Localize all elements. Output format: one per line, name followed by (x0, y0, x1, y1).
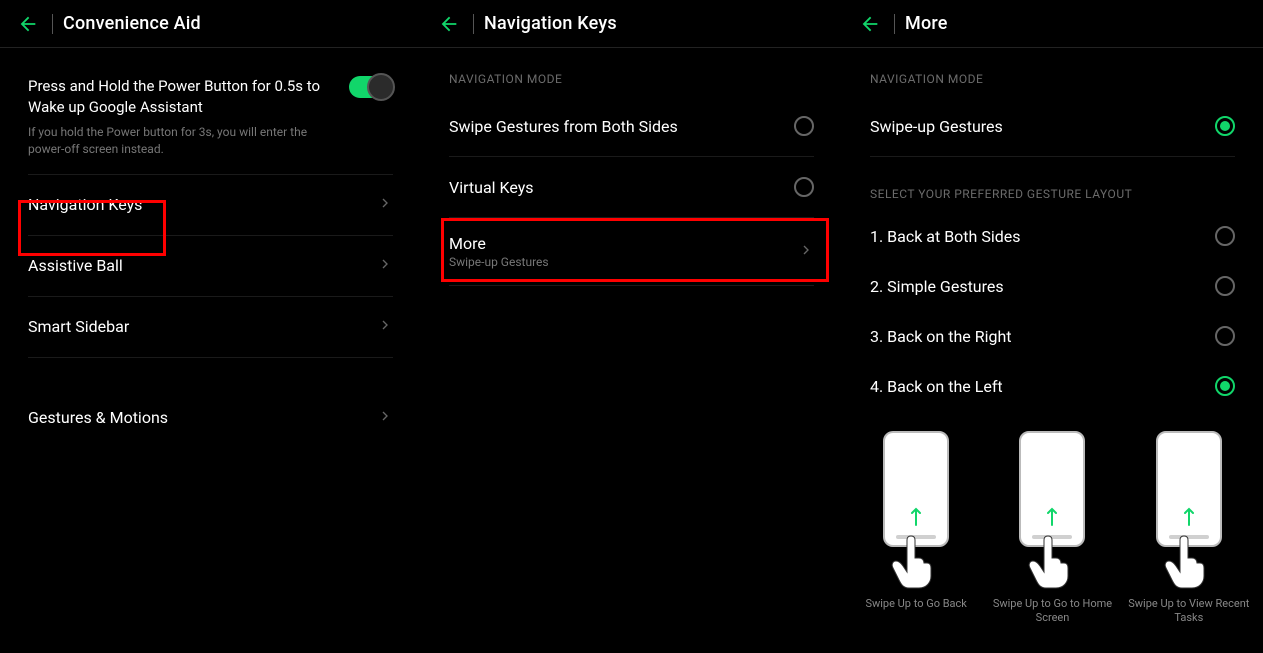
header: Navigation Keys (421, 0, 842, 48)
diagram-home: Swipe Up to Go to Home Screen (988, 431, 1116, 626)
power-button-row[interactable]: Press and Hold the Power Button for 0.5s… (0, 48, 421, 174)
radio-unchecked[interactable] (1215, 326, 1235, 346)
diagram-recent: Swipe Up to View Recent Tasks (1125, 431, 1253, 626)
layout-option-4[interactable]: 4. Back on the Left (842, 361, 1263, 411)
header-divider (52, 14, 53, 34)
diagram-back: Swipe Up to Go Back (852, 431, 980, 626)
page-title: More (905, 13, 948, 34)
power-button-desc: If you hold the Power button for 3s, you… (28, 124, 333, 158)
back-button[interactable] (429, 4, 469, 44)
more-label: More (449, 234, 782, 253)
navigation-keys-label: Navigation Keys (28, 195, 361, 214)
swipe-up-gestures-label: Swipe-up Gestures (870, 117, 1199, 136)
header-divider (894, 14, 895, 34)
page-title: Navigation Keys (484, 13, 617, 34)
assistive-ball-label: Assistive Ball (28, 256, 361, 275)
power-button-toggle[interactable] (349, 76, 393, 98)
section-title: NAVIGATION MODE (842, 48, 1263, 96)
chevron-right-icon (798, 242, 814, 262)
swipe-both-sides-row[interactable]: Swipe Gestures from Both Sides (421, 96, 842, 156)
radio-unchecked[interactable] (794, 177, 814, 197)
radio-unchecked[interactable] (794, 116, 814, 136)
chevron-right-icon (377, 317, 393, 337)
swipe-up-gestures-row[interactable]: Swipe-up Gestures (842, 96, 1263, 156)
section-title: NAVIGATION MODE (421, 48, 842, 96)
gestures-motions-label: Gestures & Motions (28, 408, 361, 427)
navigation-keys-row[interactable]: Navigation Keys (0, 175, 421, 235)
gesture-diagrams: Swipe Up to Go Back Swipe Up to Go to Ho… (842, 411, 1263, 636)
header: More (842, 0, 1263, 48)
phone-icon (1019, 431, 1085, 547)
panel-convenience-aid: Convenience Aid Press and Hold the Power… (0, 0, 421, 653)
chevron-right-icon (377, 195, 393, 215)
hand-icon (1160, 534, 1208, 594)
phone-icon (883, 431, 949, 547)
more-row[interactable]: More Swipe-up Gestures (421, 218, 842, 285)
more-sublabel: Swipe-up Gestures (449, 255, 782, 269)
diagram-caption: Swipe Up to Go to Home Screen (988, 597, 1116, 626)
radio-unchecked[interactable] (1215, 226, 1235, 246)
hand-icon (1024, 534, 1072, 594)
opt3-label: 3. Back on the Right (870, 327, 1199, 346)
back-button[interactable] (8, 4, 48, 44)
phone-icon (1156, 431, 1222, 547)
virtual-keys-label: Virtual Keys (449, 178, 778, 197)
panel-navigation-keys: Navigation Keys NAVIGATION MODE Swipe Ge… (421, 0, 842, 653)
opt4-label: 4. Back on the Left (870, 377, 1199, 396)
hand-icon (887, 534, 935, 594)
back-button[interactable] (850, 4, 890, 44)
section-title: SELECT YOUR PREFERRED GESTURE LAYOUT (842, 157, 1263, 211)
chevron-right-icon (377, 408, 393, 428)
chevron-right-icon (377, 256, 393, 276)
layout-option-3[interactable]: 3. Back on the Right (842, 311, 1263, 361)
back-arrow-icon (438, 13, 460, 35)
diagram-caption: Swipe Up to Go Back (863, 597, 968, 611)
radio-checked[interactable] (1215, 116, 1235, 136)
radio-unchecked[interactable] (1215, 276, 1235, 296)
back-arrow-icon (17, 13, 39, 35)
header-divider (473, 14, 474, 34)
layout-option-1[interactable]: 1. Back at Both Sides (842, 211, 1263, 261)
smart-sidebar-label: Smart Sidebar (28, 317, 361, 336)
power-button-label: Press and Hold the Power Button for 0.5s… (28, 76, 333, 118)
header: Convenience Aid (0, 0, 421, 48)
assistive-ball-row[interactable]: Assistive Ball (0, 236, 421, 296)
radio-checked[interactable] (1215, 376, 1235, 396)
virtual-keys-row[interactable]: Virtual Keys (421, 157, 842, 217)
opt1-label: 1. Back at Both Sides (870, 227, 1199, 246)
diagram-caption: Swipe Up to View Recent Tasks (1125, 597, 1253, 626)
panel-more: More NAVIGATION MODE Swipe-up Gestures S… (842, 0, 1263, 653)
swipe-both-sides-label: Swipe Gestures from Both Sides (449, 117, 778, 136)
opt2-label: 2. Simple Gestures (870, 277, 1199, 296)
back-arrow-icon (859, 13, 881, 35)
page-title: Convenience Aid (63, 13, 201, 34)
layout-option-2[interactable]: 2. Simple Gestures (842, 261, 1263, 311)
gestures-motions-row[interactable]: Gestures & Motions (0, 388, 421, 448)
smart-sidebar-row[interactable]: Smart Sidebar (0, 297, 421, 357)
